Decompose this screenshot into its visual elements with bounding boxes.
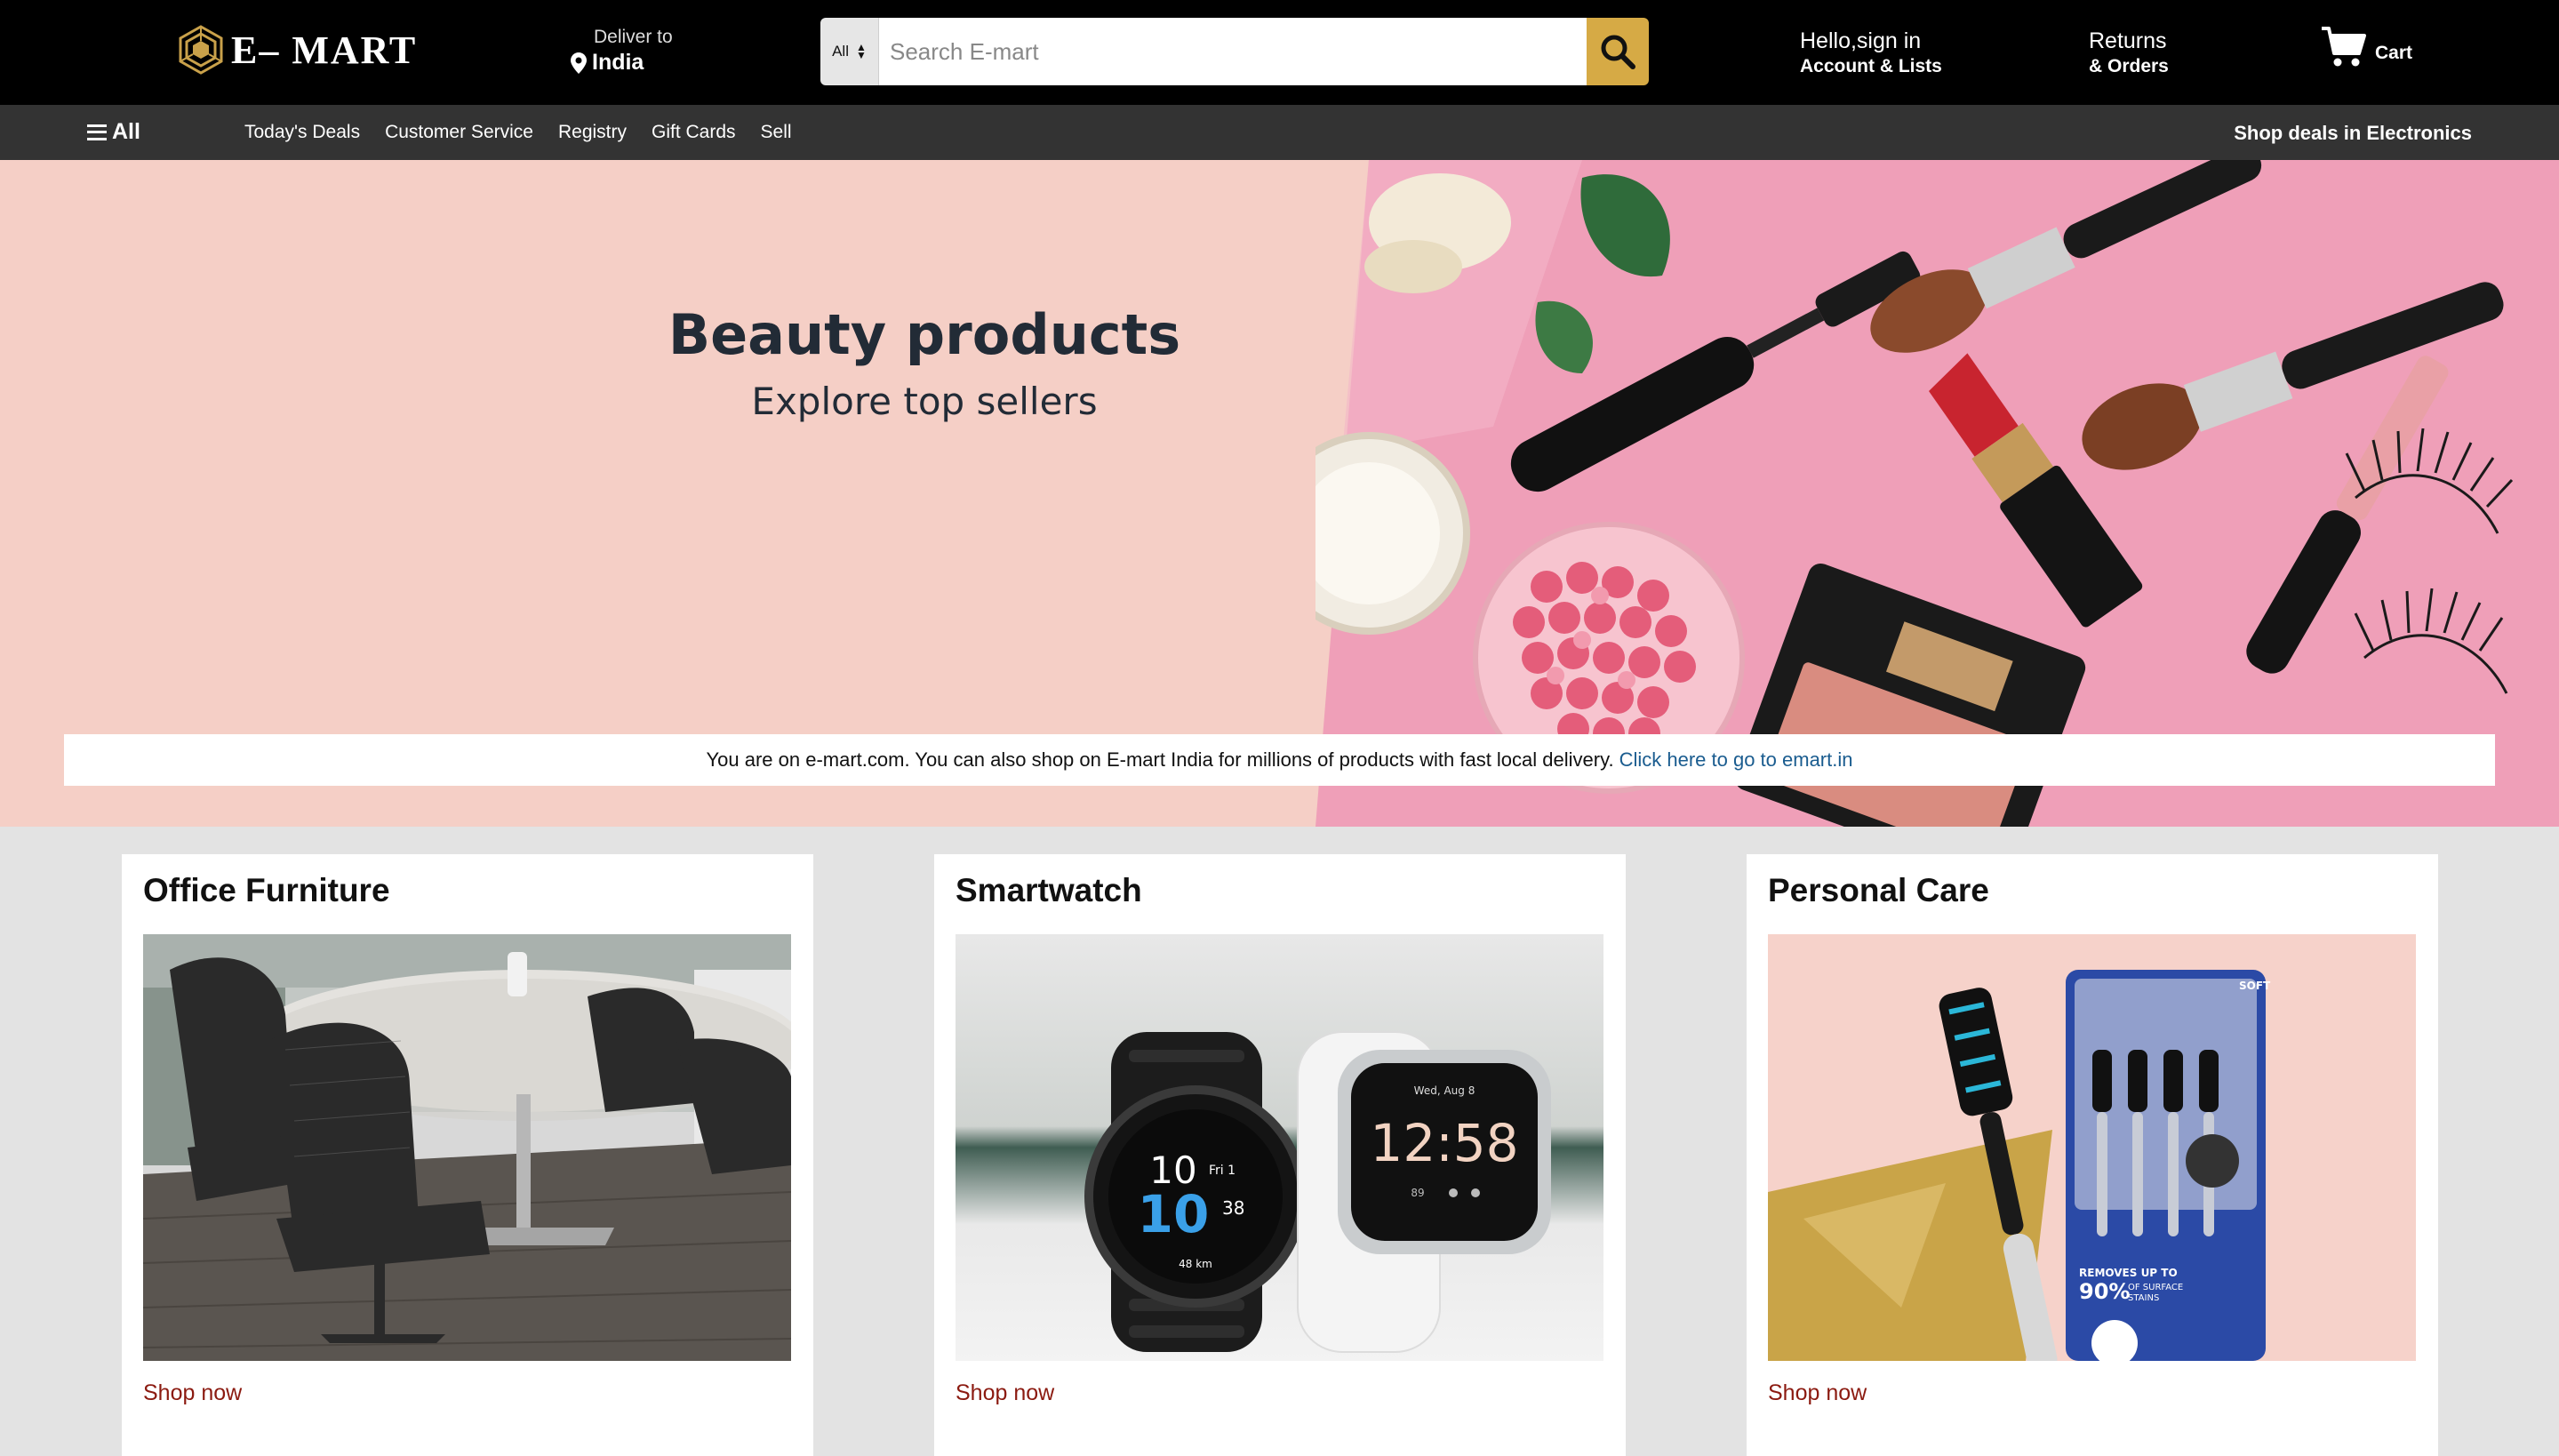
cart-label: Cart <box>2375 43 2413 63</box>
top-header: E– MART Deliver to India All ▲▼ Hello,si… <box>0 0 2559 105</box>
nav-promo-electronics[interactable]: Shop deals in Electronics <box>2234 122 2472 145</box>
search-category-label: All <box>832 43 849 60</box>
card-smartwatch[interactable]: Smartwatch 10 10 38 Fri 1 48 km Wed, Aug… <box>934 854 1626 1456</box>
card-title: Office Furniture <box>143 872 390 908</box>
shop-now-link[interactable]: Shop now <box>956 1380 1054 1406</box>
shopping-cart-icon <box>2322 27 2366 67</box>
emart-logo[interactable]: E– MART <box>178 23 417 76</box>
select-arrows-icon: ▲ ▼ <box>856 41 867 61</box>
magnifier-icon <box>1601 35 1635 69</box>
search-button[interactable] <box>1587 18 1649 85</box>
smartwatch-image[interactable]: 10 10 38 Fri 1 48 km Wed, Aug 8 12:58 89 <box>956 934 1603 1361</box>
map-pin-icon <box>571 52 587 74</box>
signin-greeting: Hello,sign in <box>1800 28 1922 53</box>
office-chairs-table-image <box>143 934 791 1361</box>
search-input[interactable] <box>879 18 1587 85</box>
svg-text:REMOVES UP TO: REMOVES UP TO <box>2079 1267 2178 1279</box>
svg-text:OF SURFACE: OF SURFACE <box>2128 1283 2183 1292</box>
svg-text:10: 10 <box>1138 1184 1210 1244</box>
deliver-location-row: India <box>571 50 695 76</box>
svg-text:STAINS: STAINS <box>2128 1293 2159 1303</box>
svg-text:38: 38 <box>1222 1197 1244 1219</box>
deliver-label: Deliver to <box>594 27 673 47</box>
shop-now-link[interactable]: Shop now <box>143 1380 242 1406</box>
returns-orders[interactable]: Returns & Orders <box>2089 28 2169 77</box>
card-title: Smartwatch <box>956 872 1142 908</box>
two-smartwatches-image: 10 10 38 Fri 1 48 km Wed, Aug 8 12:58 89 <box>956 934 1603 1361</box>
card-personal-care[interactable]: Personal Care SOFT REMOVES UP TO 90% OF … <box>1747 854 2438 1456</box>
all-menu-label: All <box>112 119 140 144</box>
toothbrush-pack-image: SOFT REMOVES UP TO 90% OF SURFACE STAINS <box>1768 934 2416 1361</box>
locale-notice: You are on e-mart.com. You can also shop… <box>64 734 2495 786</box>
shop-now-link[interactable]: Shop now <box>1768 1380 1867 1406</box>
nav-links: Today's Deals Customer Service Registry … <box>244 122 792 143</box>
notice-text: You are on e-mart.com. You can also shop… <box>706 748 1614 771</box>
svg-text:89: 89 <box>1411 1187 1424 1199</box>
nav-link-customer-service[interactable]: Customer Service <box>385 122 533 143</box>
personal-care-image[interactable]: SOFT REMOVES UP TO 90% OF SURFACE STAINS <box>1768 934 2416 1361</box>
hamburger-icon <box>87 124 107 140</box>
card-title: Personal Care <box>1768 872 1989 908</box>
cart-button[interactable]: Cart <box>2320 25 2412 69</box>
svg-text:Wed, Aug 8: Wed, Aug 8 <box>1414 1084 1475 1097</box>
hero-banner[interactable]: Beauty products Explore top sellers You … <box>0 160 2559 827</box>
returns-label: Returns <box>2089 28 2167 53</box>
cube-logo-icon <box>179 25 223 75</box>
account-lists-label: Account & Lists <box>1800 56 1942 76</box>
cosmetics-image <box>1315 160 2559 827</box>
logo-text: E– MART <box>231 28 418 72</box>
svg-text:90%: 90% <box>2079 1279 2130 1304</box>
deliver-location: India <box>592 50 644 75</box>
notice-link[interactable]: Click here to go to emart.in <box>1619 748 1853 772</box>
deliver-to[interactable]: Deliver to India <box>571 27 695 76</box>
account-signin[interactable]: Hello,sign in Account & Lists <box>1800 28 1942 77</box>
card-office-furniture[interactable]: Office Furniture Shop now <box>122 854 813 1456</box>
nav-link-todays-deals[interactable]: Today's Deals <box>244 122 360 143</box>
office-furniture-image[interactable] <box>143 934 791 1361</box>
orders-label: & Orders <box>2089 56 2169 76</box>
nav-link-sell[interactable]: Sell <box>761 122 792 143</box>
nav-bar: All Today's Deals Customer Service Regis… <box>0 105 2559 160</box>
svg-text:Fri 1: Fri 1 <box>1209 1164 1236 1178</box>
all-menu-button[interactable]: All <box>87 119 140 145</box>
nav-link-registry[interactable]: Registry <box>558 122 627 143</box>
search-bar: All ▲ ▼ <box>820 18 1649 85</box>
search-category-select[interactable]: All ▲ ▼ <box>820 18 879 85</box>
svg-text:12:58: 12:58 <box>1370 1113 1518 1173</box>
nav-link-gift-cards[interactable]: Gift Cards <box>652 122 736 143</box>
svg-text:48 km: 48 km <box>1179 1258 1212 1270</box>
svg-text:SOFT: SOFT <box>2239 980 2271 992</box>
